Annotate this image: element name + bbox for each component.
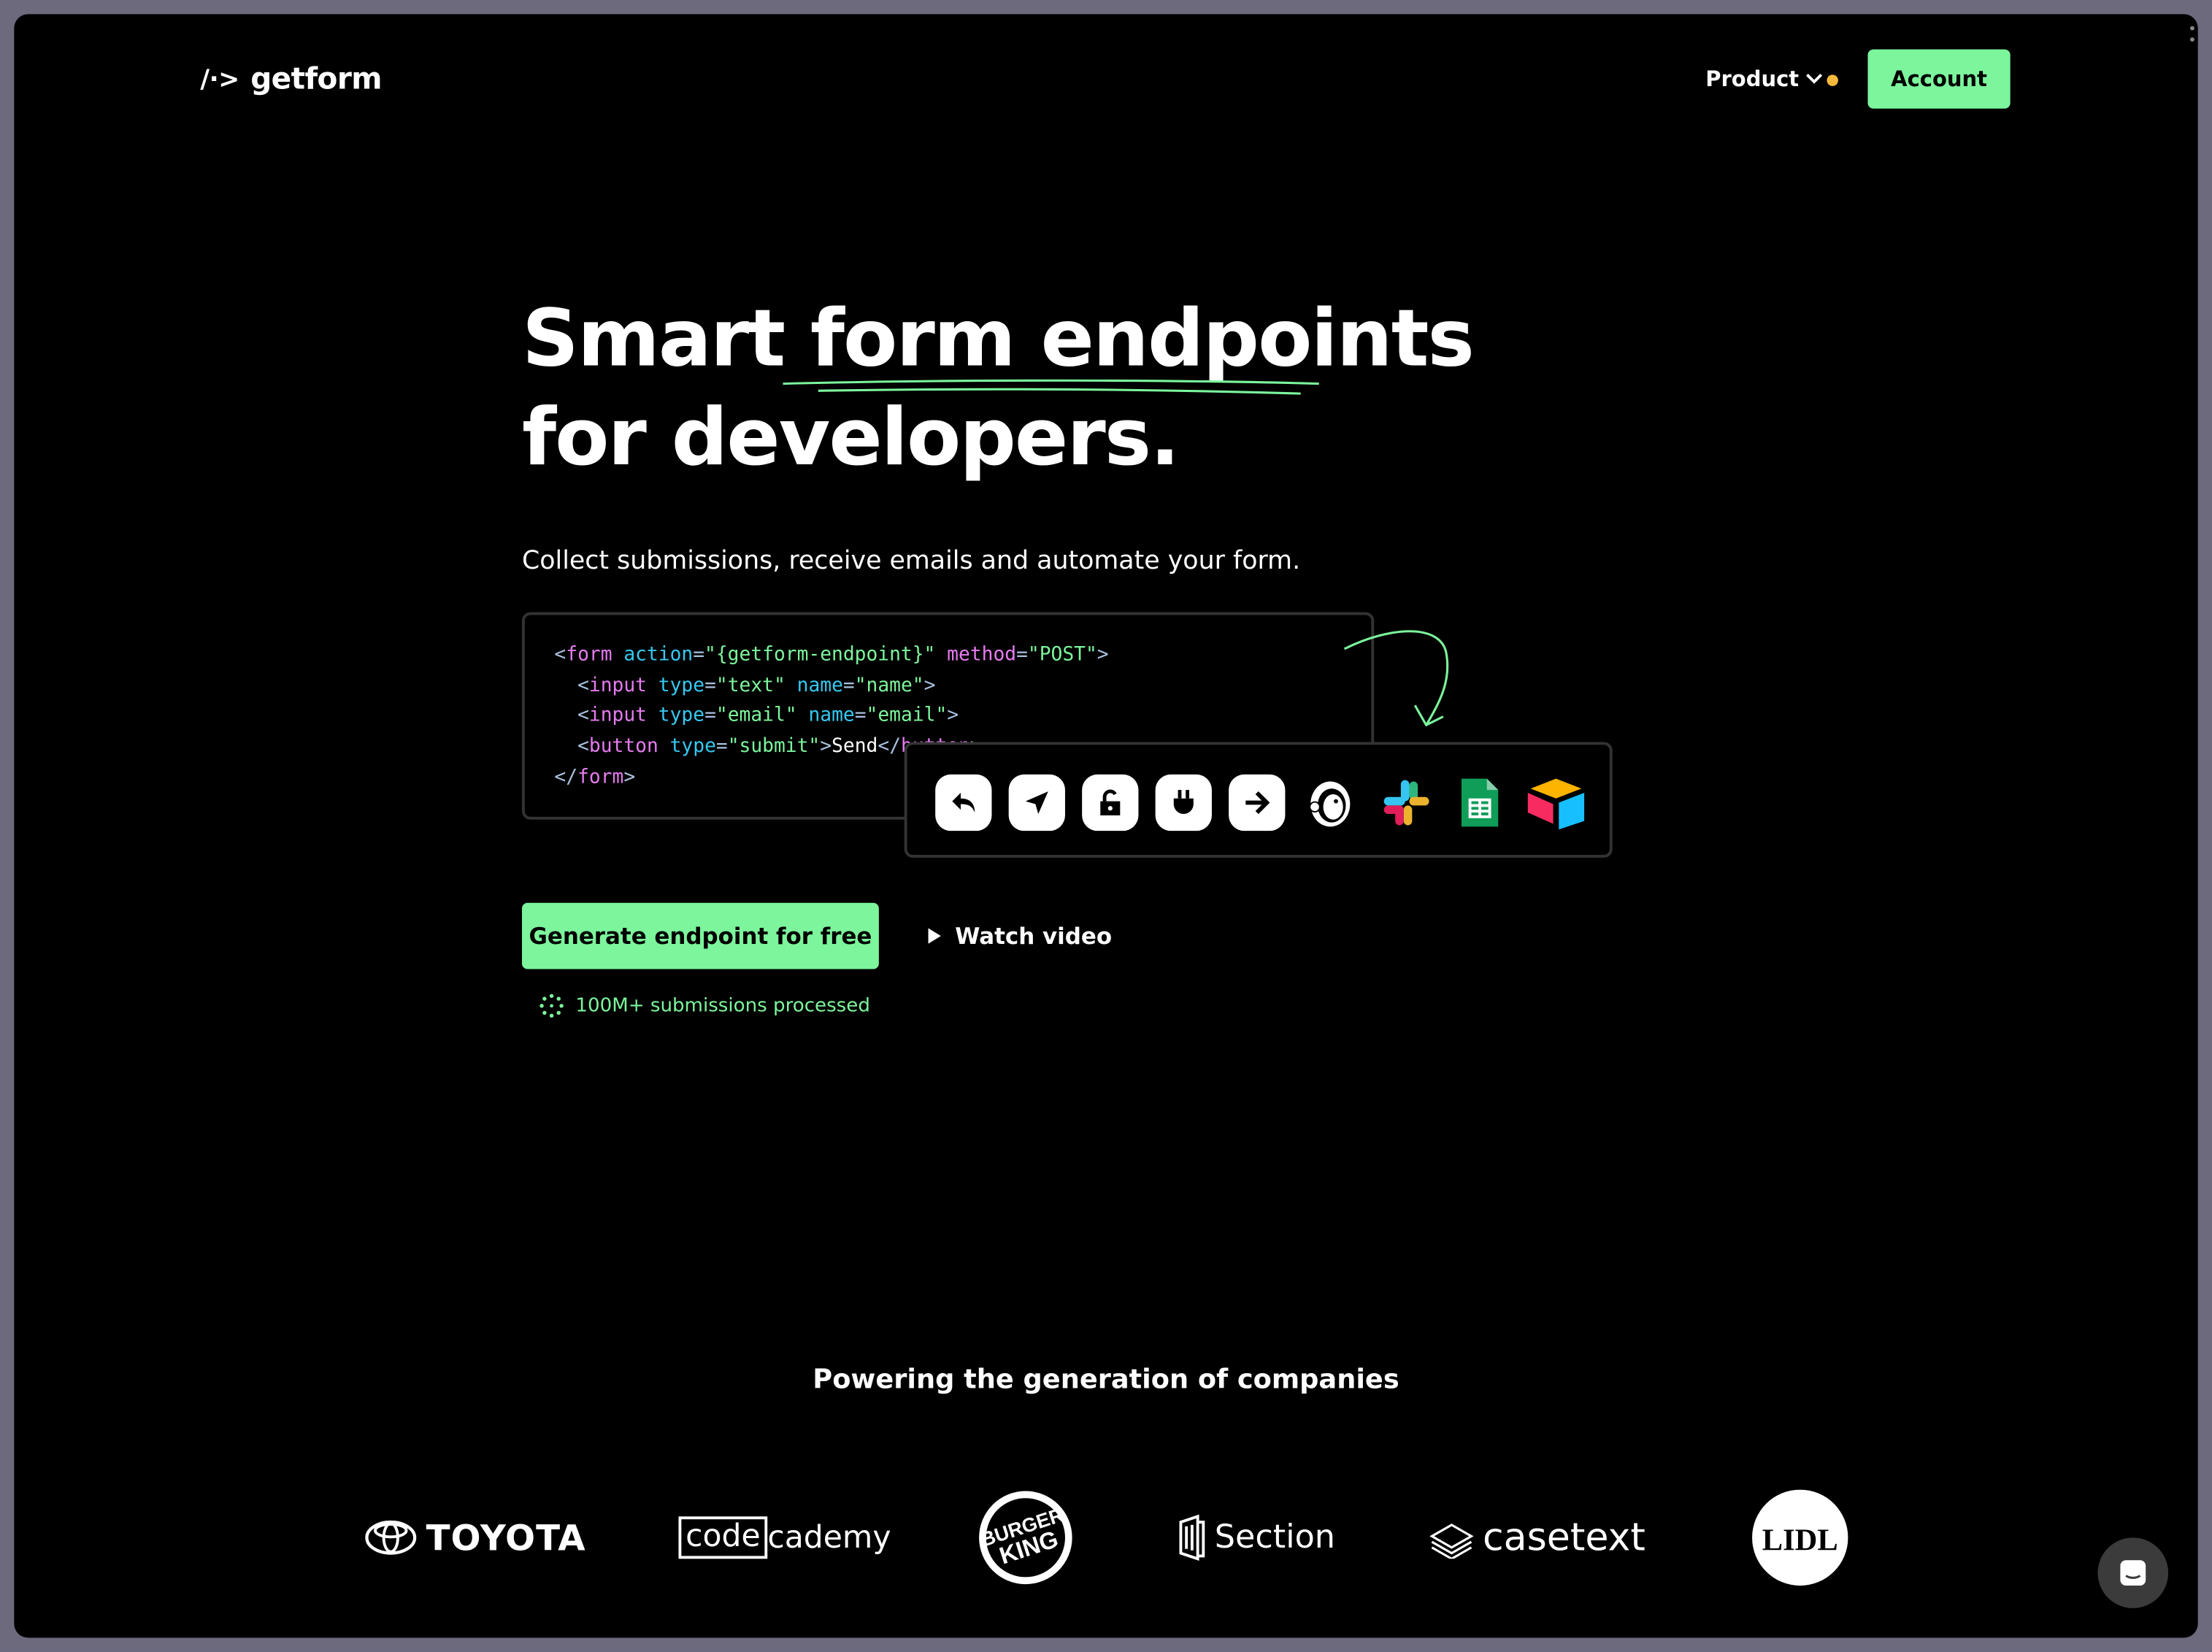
code-token: < [577, 674, 589, 697]
code-token: < [577, 734, 589, 758]
lock-icon[interactable] [1082, 774, 1139, 831]
code-token: "email" [866, 704, 948, 727]
code-token: type [658, 704, 705, 727]
code-token: input [588, 704, 658, 727]
code-token: Send [832, 734, 878, 758]
headline-part: Smart [521, 293, 810, 385]
code-token: form [566, 643, 624, 666]
page: /·> getform Product Account Smart form e… [14, 14, 2198, 1638]
code-token: </ [554, 765, 578, 788]
code-token: type [669, 734, 716, 758]
product-label: Product [1705, 66, 1800, 92]
logo-section: Section [1178, 1488, 1335, 1587]
logo-casetext: casetext [1429, 1488, 1645, 1587]
code-token: "submit" [727, 734, 821, 758]
code-token: < [554, 643, 567, 666]
browser-frame: /·> getform Product Account Smart form e… [0, 0, 2212, 1652]
code-token: "email" [715, 704, 809, 727]
code-token: input [588, 674, 658, 697]
watch-video-label: Watch video [955, 922, 1113, 950]
code-token: > [923, 674, 936, 697]
chevron-down-icon [1806, 74, 1823, 84]
code-token: name [808, 704, 855, 727]
reply-icon[interactable] [935, 774, 992, 831]
code-token: > [820, 734, 832, 758]
code-token: = [715, 734, 728, 758]
curved-arrow [1343, 630, 1449, 727]
submissions-stat: 100M+ submissions processed [539, 993, 870, 1018]
subtitle: Collect submissions, receive emails and … [521, 545, 1301, 576]
code-token: "{getform-endpoint}" [704, 643, 948, 666]
code-token: > [1097, 643, 1109, 666]
underline-scribble [783, 379, 1319, 395]
code-token: = [1016, 643, 1028, 666]
chat-launcher-button[interactable] [2097, 1537, 2169, 1608]
code-line: <input type="text" name="name"> [554, 671, 1108, 702]
code-token: type [658, 674, 705, 697]
plug-icon[interactable] [1155, 774, 1212, 831]
code-token: = [704, 704, 716, 727]
code-token: button [588, 734, 670, 758]
code-token: form [577, 765, 624, 788]
code-token: action [623, 643, 694, 666]
logo-text: getform [250, 62, 382, 96]
logo[interactable]: /·> getform [200, 62, 382, 96]
notification-dot [1827, 74, 1838, 86]
logo-mark: /·> [200, 64, 239, 94]
code-token: name [796, 674, 843, 697]
headline-line2: for developers. [521, 392, 1180, 484]
logo-lidl: LIDL [1752, 1488, 1848, 1587]
headline-highlight: form endpoints [810, 293, 1475, 385]
play-icon [928, 928, 941, 944]
svg-text:LIDL: LIDL [1762, 1524, 1838, 1558]
stat-label: 100M+ submissions processed [575, 994, 870, 1018]
toyota-emblem-icon [365, 1520, 417, 1555]
companies-heading: Powering the generation of companies [813, 1364, 1399, 1396]
code-token: < [577, 704, 589, 727]
send-icon[interactable] [1008, 774, 1065, 831]
google-sheets-icon[interactable] [1451, 775, 1508, 831]
slack-icon[interactable] [1378, 775, 1435, 831]
code-line: <input type="email" name="email"> [554, 702, 1108, 732]
sparkle-dots-icon [539, 994, 564, 1018]
code-token: > [947, 704, 959, 727]
logo-toyota: TOYOTA [364, 1488, 586, 1587]
code-token: "name" [854, 674, 924, 697]
watch-video-button[interactable]: Watch video [928, 922, 1113, 950]
code-token: = [693, 643, 705, 666]
code-token: method [947, 643, 1017, 666]
mailchimp-icon[interactable] [1302, 775, 1359, 831]
airtable-icon[interactable] [1525, 775, 1587, 831]
chat-icon [2120, 1560, 2146, 1586]
account-button[interactable]: Account [1867, 49, 2011, 109]
product-menu[interactable]: Product [1705, 66, 1823, 92]
code-token: = [704, 674, 716, 697]
code-token: "POST" [1027, 643, 1097, 666]
code-token: = [854, 704, 867, 727]
integrations-panel [904, 742, 1613, 858]
code-token: </ [877, 734, 902, 758]
generate-endpoint-button[interactable]: Generate endpoint for free [521, 902, 879, 969]
logo-codecademy: code cademy [678, 1488, 891, 1587]
scrollbar[interactable] [2189, 23, 2195, 65]
code-token: > [623, 765, 636, 788]
code-token: "text" [715, 674, 797, 697]
arrow-right-icon[interactable] [1229, 774, 1286, 831]
code-line: <form action="{getform-endpoint}" method… [554, 640, 1108, 671]
code-token: = [842, 674, 855, 697]
logo-burger-king: BURGER KING [976, 1488, 1075, 1587]
